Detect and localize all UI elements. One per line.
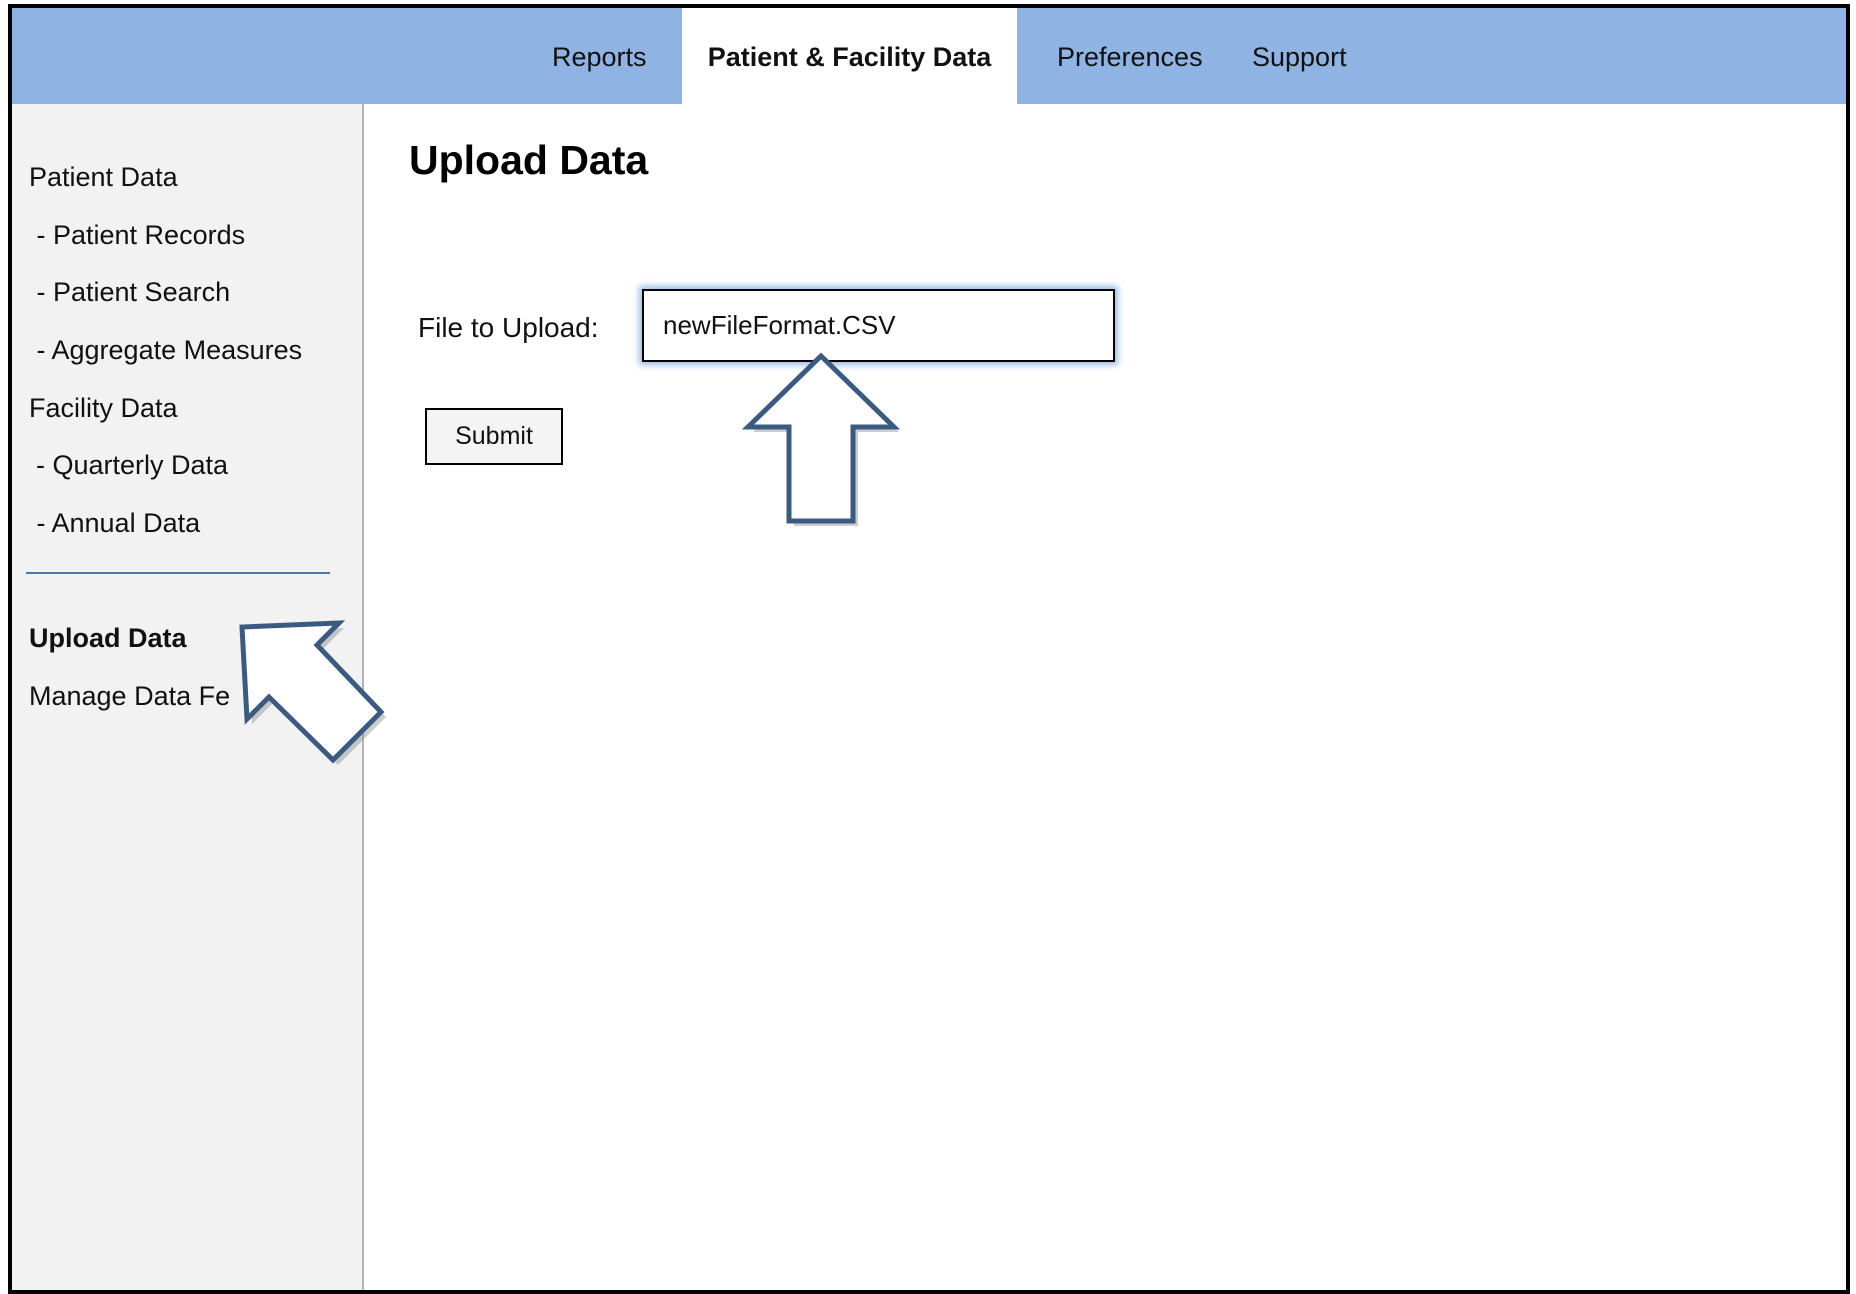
sidebar-item-patient-records[interactable]: - Patient Records <box>29 219 246 251</box>
app-window: Reports Patient & Facility Data Preferen… <box>8 4 1850 1294</box>
sidebar-item-patient-data[interactable]: Patient Data <box>29 161 178 193</box>
sidebar-item-label: - Patient Search <box>29 277 231 307</box>
tab-preferences[interactable]: Preferences <box>1057 8 1203 104</box>
sidebar-divider <box>26 572 330 574</box>
sidebar-item-label: - Annual Data <box>29 508 201 538</box>
file-upload-label: File to Upload: <box>418 312 599 343</box>
sidebar-item-annual-data[interactable]: - Annual Data <box>29 507 201 539</box>
sidebar-item-patient-search[interactable]: - Patient Search <box>29 276 231 308</box>
sidebar-item-upload-data[interactable]: Upload Data <box>29 622 187 654</box>
tab-support[interactable]: Support <box>1252 8 1347 104</box>
tab-patient-facility-data[interactable]: Patient & Facility Data <box>682 8 1017 104</box>
submit-button[interactable]: Submit <box>425 408 563 465</box>
up-arrow-icon <box>741 352 901 526</box>
page-title: Upload Data <box>409 137 649 183</box>
top-navigation-bar: Reports Patient & Facility Data Preferen… <box>12 8 1846 104</box>
sidebar-item-quarterly-data[interactable]: - Quarterly Data <box>36 449 228 481</box>
sidebar-item-label: - Patient Records <box>29 220 246 250</box>
tab-reports[interactable]: Reports <box>552 8 647 104</box>
diagonal-arrow-icon <box>239 620 386 765</box>
sidebar-item-facility-data[interactable]: Facility Data <box>29 392 178 424</box>
sidebar-item-aggregate-measures[interactable]: - Aggregate Measures <box>29 334 303 366</box>
sidebar-item-label: - Aggregate Measures <box>29 335 303 365</box>
sidebar-item-manage-data-feeds[interactable]: Manage Data Fe <box>29 680 230 712</box>
